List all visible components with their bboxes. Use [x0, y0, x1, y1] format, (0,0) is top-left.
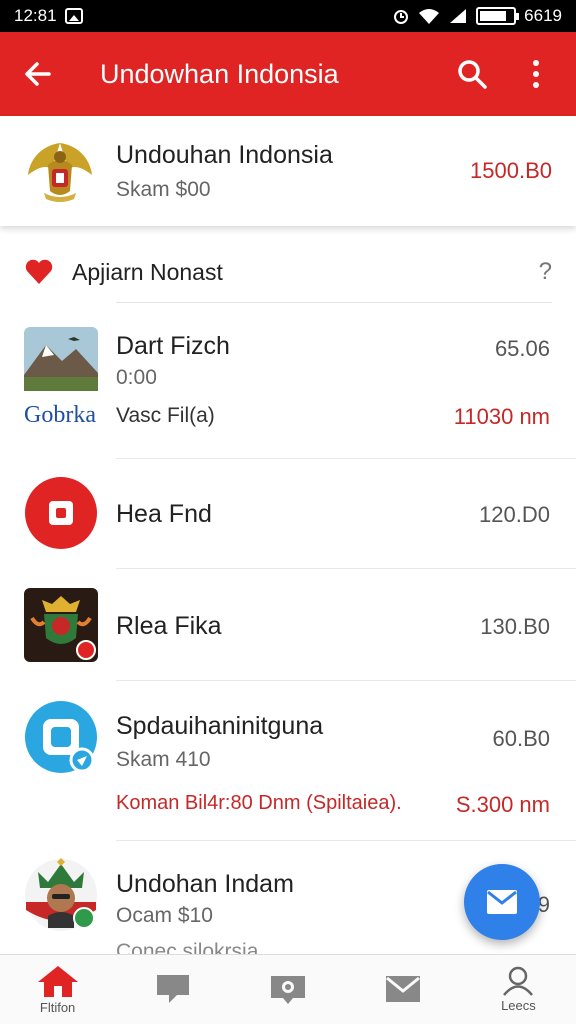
nav-flag[interactable] — [115, 955, 230, 1024]
item-subtitle: 0:00 — [116, 366, 157, 389]
list-item[interactable]: Spdauihaninitguna Skam 410 60.B0 Koman B… — [0, 682, 576, 842]
brand-logo: Gobrka — [24, 402, 96, 428]
overflow-menu-button[interactable] — [514, 52, 558, 96]
battery-text: 6619 — [524, 6, 562, 25]
mountain-thumbnail-icon — [24, 327, 98, 391]
item-subtitle: Ocam $10 — [116, 904, 213, 927]
person-icon — [503, 966, 534, 996]
app-bar: Undowhan Indonsia — [0, 32, 576, 116]
item-amount: 65.06 — [494, 336, 550, 361]
item-name: Spdauihaninitguna — [116, 712, 324, 740]
compose-fab[interactable] — [464, 864, 540, 940]
item-name: Dart Fizch — [116, 332, 230, 360]
account-amount: 1500.B0 — [470, 158, 552, 183]
mail-icon — [487, 890, 517, 914]
app-square-icon — [25, 477, 97, 549]
avatar-thumbnail-icon — [25, 858, 97, 931]
account-header-card[interactable]: Undouhan Indonsia Skam $00 1500.B0 — [0, 116, 576, 226]
item-amount: 60.B0 — [492, 726, 551, 751]
flag-icon — [156, 974, 189, 1003]
back-button[interactable] — [18, 54, 58, 94]
divider — [116, 302, 552, 303]
nav-profile-label: Leecs — [501, 998, 536, 1013]
divider — [116, 840, 576, 841]
list-item[interactable]: Hea Fnd 120.D0 — [0, 460, 576, 570]
bottom-navigation: Fltifon Leecs — [0, 954, 576, 1024]
gallery-notification-icon — [64, 8, 83, 24]
item-detail: Koman Bil4r:80 Dnm (Spiltaiea). — [116, 792, 402, 814]
camera-icon — [271, 975, 305, 1004]
item-detail-amount: S.300 nm — [455, 792, 550, 817]
list-item[interactable]: Rlea Fika 130.B0 — [0, 570, 576, 682]
nav-mail[interactable] — [346, 955, 461, 1024]
nav-home-label: Fltifon — [39, 1000, 76, 1015]
battery-icon — [476, 7, 520, 25]
alarm-icon — [394, 10, 409, 24]
signal-icon — [450, 9, 467, 23]
item-detail: Vasc Fil(a) — [116, 404, 215, 427]
status-time: 12:81 — [14, 6, 57, 25]
search-icon — [458, 60, 487, 89]
help-icon[interactable]: ? — [539, 258, 552, 286]
mail-icon — [386, 975, 421, 1002]
search-button[interactable] — [450, 52, 494, 96]
home-icon — [37, 966, 78, 997]
item-detail-amount: 11030 nm — [453, 404, 550, 429]
status-bar: 12:81 6619 — [0, 0, 576, 32]
section-header: Apjiarn Nonast ? — [0, 244, 576, 300]
wifi-icon — [419, 9, 440, 24]
arrow-back-icon — [25, 62, 51, 86]
crest-thumbnail-icon — [24, 588, 98, 662]
account-balance-label: Skam $00 — [116, 177, 211, 201]
nav-camera[interactable] — [230, 955, 345, 1024]
nav-profile[interactable]: Leecs — [461, 955, 576, 1024]
item-subtitle: Skam 410 — [116, 748, 211, 771]
item-name: Hea Fnd — [116, 500, 212, 528]
item-name: Rlea Fika — [116, 612, 222, 640]
divider — [116, 458, 576, 459]
heart-icon — [25, 259, 53, 284]
item-amount: 130.B0 — [480, 614, 550, 639]
account-name: Undouhan Indonsia — [116, 140, 333, 169]
item-amount: 120.D0 — [479, 502, 550, 527]
divider — [116, 680, 576, 681]
more-vert-icon — [533, 60, 539, 88]
item-name: Undohan Indam — [116, 870, 294, 898]
telegram-style-app-icon — [25, 701, 97, 773]
nav-home[interactable]: Fltifon — [0, 955, 115, 1024]
garuda-emblem-icon — [28, 143, 92, 202]
section-title: Apjiarn Nonast — [72, 258, 223, 285]
divider — [116, 568, 576, 569]
list-item[interactable]: Dart Fizch 0:00 65.06 Gobrka Vasc Fil(a)… — [0, 318, 576, 460]
page-title: Undowhan Indonsia — [100, 58, 339, 89]
